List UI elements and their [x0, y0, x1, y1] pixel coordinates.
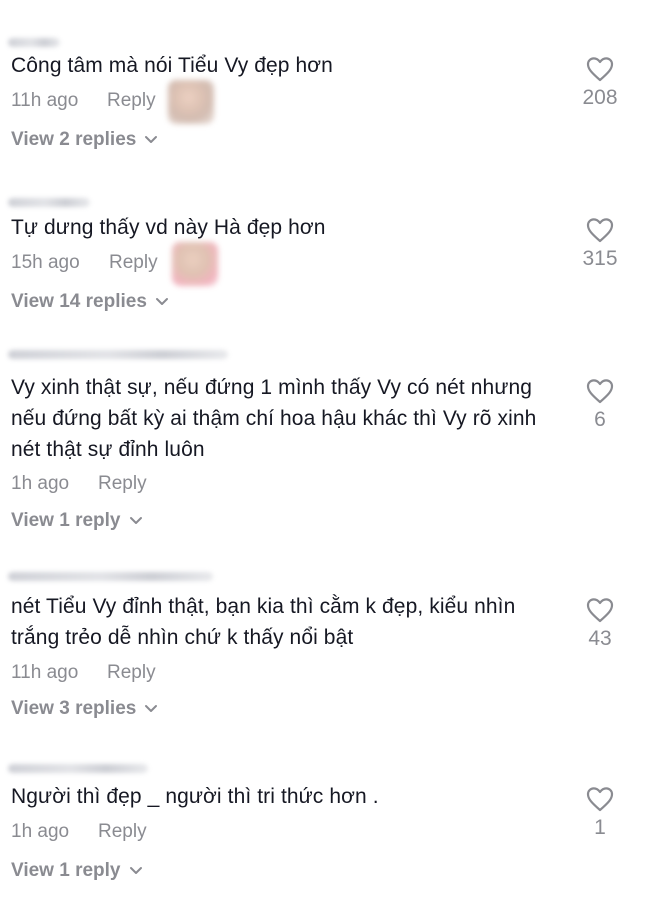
- comment-meta: 1h ago Reply: [11, 820, 147, 844]
- username-blurred[interactable]: [8, 764, 148, 773]
- comment-time: 1h ago: [11, 821, 70, 842]
- view-replies-button[interactable]: View 1 reply: [11, 860, 143, 882]
- comment-text: Người thì đẹp _ người thì tri thức hơn .: [11, 785, 379, 808]
- reply-button[interactable]: Reply: [98, 820, 147, 844]
- comment-item: Người thì đẹp _ người thì tri thức hơn .…: [0, 0, 660, 900]
- like-count: 1: [594, 816, 606, 839]
- heart-outline-icon[interactable]: [586, 786, 614, 812]
- view-replies-label: View 1 reply: [11, 860, 121, 881]
- chevron-down-icon: [129, 867, 142, 874]
- like-control: 1: [580, 786, 620, 840]
